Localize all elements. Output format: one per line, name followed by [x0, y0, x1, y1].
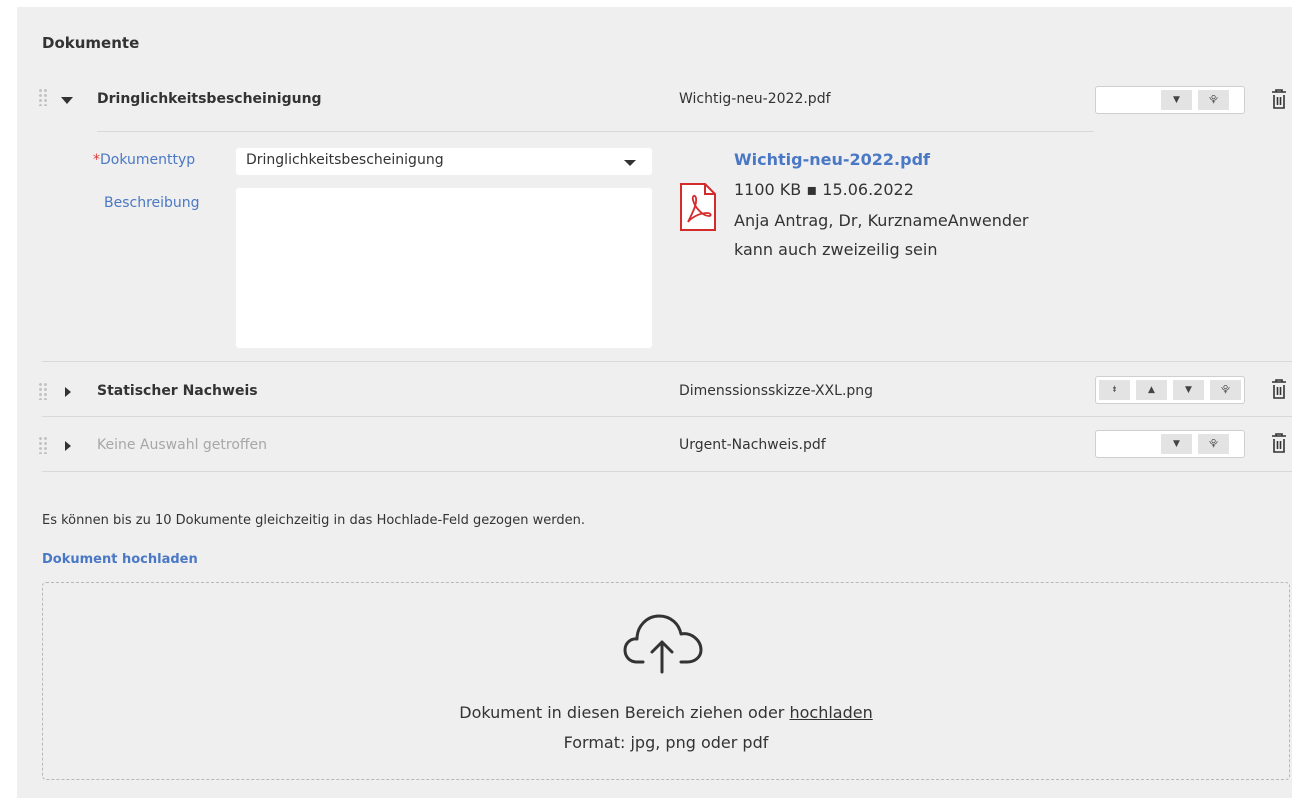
dropzone-upload-link[interactable]: hochladen — [789, 703, 872, 722]
row-separator — [42, 361, 1292, 362]
move-down-button[interactable]: ▼ — [1173, 380, 1204, 400]
drag-handle-icon[interactable] — [38, 382, 48, 400]
move-top-button[interactable]: ⯒ — [1099, 380, 1130, 400]
document-file-name: Wichtig-neu-2022.pdf — [679, 91, 831, 107]
move-bottom-button[interactable]: ⯓ — [1210, 380, 1241, 400]
row-separator — [97, 131, 1094, 132]
drag-handle-icon[interactable] — [38, 88, 48, 106]
upload-document-link[interactable]: Dokument hochladen — [42, 552, 198, 567]
document-type-name: Keine Auswahl getroffen — [97, 437, 268, 453]
cloud-upload-icon — [623, 614, 703, 674]
chevron-down-icon — [624, 160, 636, 166]
section-title: Dokumente — [42, 34, 140, 52]
order-controls: ▼ ⯓ — [1095, 86, 1245, 114]
doctype-label: *Dokumenttyp — [93, 152, 196, 168]
row-separator — [42, 471, 1292, 472]
document-type-name: Statischer Nachweis — [97, 383, 258, 399]
file-download-link[interactable]: Wichtig-neu-2022.pdf — [734, 150, 930, 169]
document-file-name: Urgent-Nachweis.pdf — [679, 437, 826, 453]
document-file-name: Dimenssionsskizze-XXL.png — [679, 383, 874, 399]
doctype-select-value: Dringlichkeitsbescheinigung — [246, 152, 444, 168]
row-separator — [42, 416, 1292, 417]
file-size-date: 1100 KB ▪ 15.06.2022 — [734, 180, 914, 199]
collapse-caret-icon[interactable] — [61, 97, 73, 104]
document-type-name: Dringlichkeitsbescheinigung — [97, 91, 322, 107]
move-up-button[interactable]: ▲ — [1136, 380, 1167, 400]
file-note: kann auch zweizeilig sein — [734, 240, 938, 259]
dropzone-format-text: Format: jpg, png oder pdf — [563, 733, 769, 752]
file-author: Anja Antrag, Dr, KurznameAnwender — [734, 211, 1029, 230]
dropzone-instruction: Dokument in diesen Bereich ziehen oder h… — [459, 703, 873, 722]
pdf-file-icon — [680, 183, 716, 231]
trash-icon[interactable] — [1268, 87, 1290, 111]
move-bottom-button[interactable]: ⯓ — [1198, 434, 1229, 454]
expand-caret-icon[interactable] — [65, 387, 71, 397]
trash-icon[interactable] — [1268, 377, 1290, 401]
description-textarea[interactable] — [236, 188, 652, 348]
move-down-button[interactable]: ▼ — [1161, 434, 1192, 454]
trash-icon[interactable] — [1268, 431, 1290, 455]
order-controls: ▼ ⯓ — [1095, 430, 1245, 458]
upload-info-text: Es können bis zu 10 Dokumente gleichzeit… — [42, 513, 585, 528]
move-down-button[interactable]: ▼ — [1161, 90, 1192, 110]
order-controls: ⯒ ▲ ▼ ⯓ — [1095, 376, 1245, 404]
description-label: Beschreibung — [104, 195, 200, 211]
drag-handle-icon[interactable] — [38, 436, 48, 454]
expand-caret-icon[interactable] — [65, 441, 71, 451]
required-marker: * — [93, 152, 100, 168]
doctype-select[interactable]: Dringlichkeitsbescheinigung — [236, 148, 652, 175]
move-bottom-button[interactable]: ⯓ — [1198, 90, 1229, 110]
